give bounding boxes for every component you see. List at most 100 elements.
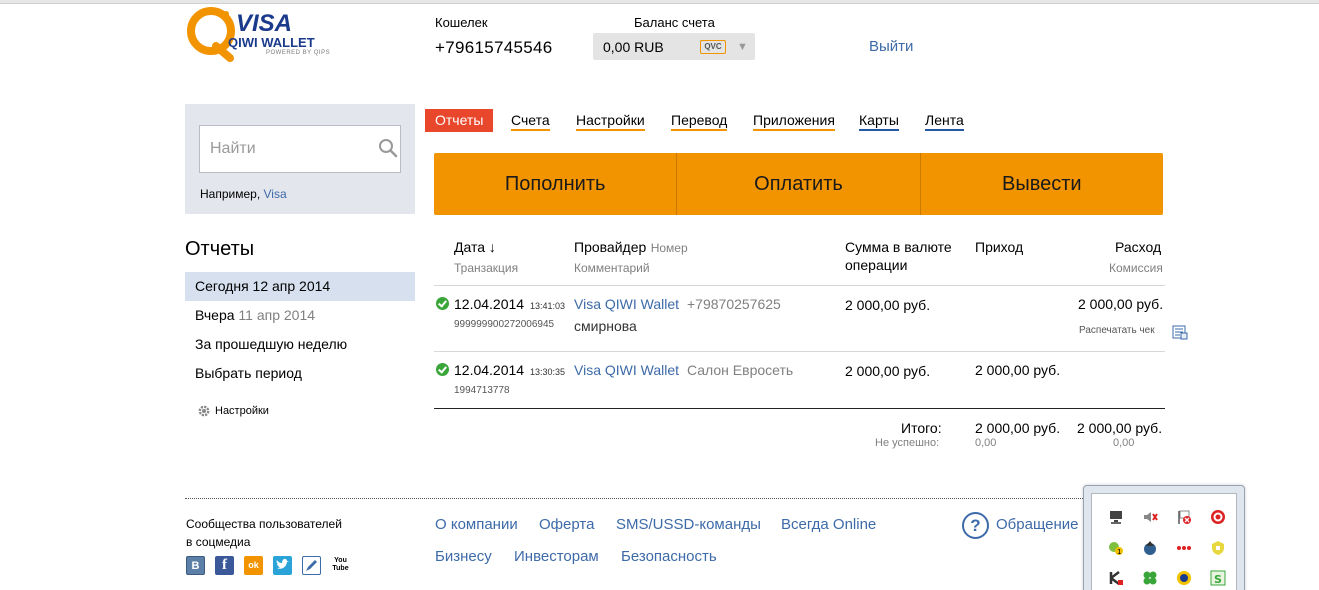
search-example-link[interactable]: Visa — [263, 187, 286, 201]
sidebar-item-today[interactable]: Сегодня 12 апр 2014 — [185, 272, 415, 301]
vkontakte-icon[interactable]: B — [186, 556, 205, 575]
pencil-icon — [306, 560, 317, 571]
green-s-app-icon[interactable]: S — [1210, 570, 1226, 586]
gear-icon — [198, 405, 210, 417]
currency-badge: QVC — [700, 40, 726, 54]
balance-box[interactable]: 0,00 RUB QVC ▼ — [593, 33, 755, 60]
withdraw-button[interactable]: Вывести — [921, 153, 1163, 215]
top-up-button[interactable]: Пополнить — [434, 153, 678, 215]
search-input[interactable]: Найти — [199, 125, 401, 173]
column-header-comment: Комментарий — [574, 261, 650, 275]
footer-divider — [185, 498, 1115, 499]
failed-label: Не успешно: — [875, 437, 940, 449]
print-receipt-link[interactable]: Распечатать чек — [1079, 325, 1155, 336]
logout-link[interactable]: Выйти — [869, 38, 913, 55]
row-number: Салон Евросеть — [687, 362, 794, 378]
row-txn-id: 1994713778 — [454, 385, 510, 396]
tab-cards[interactable]: Карты — [859, 109, 899, 132]
totals-divider — [434, 408, 1165, 409]
column-header-provider: Провайдер — [574, 239, 647, 255]
failed-expense: 0,00 — [1113, 437, 1135, 449]
sidebar-item-choose-period[interactable]: Выбрать период — [185, 359, 415, 388]
footer-link-business[interactable]: Бизнесу — [435, 548, 492, 565]
row-income: 2 000,00 руб. — [975, 362, 1061, 378]
footer-link-always-online[interactable]: Всегда Online — [781, 516, 876, 533]
sidebar-item-yesterday[interactable]: Вчера 11 апр 2014 — [185, 301, 415, 330]
footer-link-offer[interactable]: Оферта — [539, 516, 594, 533]
action-center-flag-icon[interactable] — [1176, 509, 1192, 525]
tab-label: Лента — [925, 112, 964, 131]
footer-link-investors[interactable]: Инвесторам — [514, 548, 599, 565]
network-monitor-icon[interactable] — [1108, 509, 1124, 525]
tab-label: Счета — [511, 112, 550, 131]
row-provider[interactable]: Visa QIWI Wallet — [574, 296, 679, 312]
tab-label: Отчеты — [435, 112, 484, 128]
column-header-transaction: Транзакция — [454, 261, 519, 275]
column-header-expense: Расход — [1115, 239, 1162, 255]
total-income: 2 000,00 руб. — [975, 420, 1061, 436]
wallet-label: Кошелек — [435, 15, 488, 30]
sidebar-item-last-week[interactable]: За прошедшую неделю — [185, 330, 415, 359]
arrow-down-icon[interactable]: ▼ — [737, 41, 748, 53]
footer-link-security[interactable]: Безопасность — [621, 548, 717, 565]
row-expense: 2 000,00 руб. — [1078, 296, 1164, 312]
sound-muted-icon[interactable] — [1142, 509, 1158, 525]
dots-app-icon[interactable] — [1176, 540, 1192, 556]
bluetooth-app-icon[interactable] — [1142, 540, 1158, 556]
pay-button[interactable]: Оплатить — [677, 153, 921, 215]
sidebar-item-label: Вчера — [195, 307, 235, 323]
qiwi-wallet-logo[interactable]: VISA QIWI WALLET POWERED BY QIPS — [186, 6, 336, 64]
youtube-icon[interactable]: You Tube — [331, 556, 350, 575]
twitter-icon[interactable] — [273, 556, 292, 575]
clover-icon[interactable] — [1142, 570, 1158, 586]
tab-reports[interactable]: Отчеты — [425, 109, 494, 132]
footer-link-sms-ussd[interactable]: SMS/USSD-команды — [616, 516, 761, 533]
search-placeholder: Найти — [210, 140, 256, 157]
search-icon[interactable] — [378, 138, 398, 158]
column-header-amount-line1: Сумма в валюте — [845, 239, 952, 255]
sidebar-settings-link[interactable]: Настройки — [197, 404, 269, 418]
twitter-bird-icon — [276, 558, 289, 569]
globe-app-icon[interactable] — [1176, 570, 1192, 586]
tab-accounts[interactable]: Счета — [511, 109, 550, 132]
svg-text:S: S — [1214, 573, 1222, 586]
row-comment: смирнова — [574, 318, 637, 334]
print-receipt-icon[interactable] — [1172, 324, 1188, 340]
antivirus-k-icon[interactable] — [1108, 570, 1124, 586]
sidebar-item-date: 11 апр 2014 — [238, 307, 316, 323]
help-icon[interactable]: ? — [962, 512, 989, 539]
tab-feed[interactable]: Лента — [925, 109, 964, 132]
system-tray-popup: 1 S — [1083, 485, 1245, 590]
row-time: 13:41:03 — [530, 301, 566, 311]
search-example: Например, Visa — [200, 187, 287, 201]
total-label: Итого: — [901, 420, 942, 436]
row-txn-id: 999999900272006945 — [454, 319, 555, 330]
column-header-amount-line2: операции — [845, 257, 908, 273]
row-divider — [434, 351, 1165, 352]
target-icon[interactable] — [1210, 509, 1226, 525]
tab-label: Настройки — [576, 112, 645, 131]
row-provider[interactable]: Visa QIWI Wallet — [574, 362, 679, 378]
success-check-icon — [436, 297, 449, 310]
social-caption-line1: Сообщества пользователей — [186, 517, 342, 531]
social-caption-line2: в соцмедиа — [186, 535, 251, 549]
youtube-label: You Tube — [332, 557, 349, 572]
wallet-number: +79615745546 — [435, 38, 553, 57]
footer-link-about[interactable]: О компании — [435, 516, 518, 533]
sidebar-settings-label: Настройки — [215, 405, 269, 417]
search-example-prefix: Например, — [200, 187, 264, 201]
support-link[interactable]: Обращение в — [996, 516, 1091, 533]
notification-badge-icon[interactable]: 1 — [1108, 540, 1124, 556]
column-header-provider-group: Провайдер Номер — [574, 239, 688, 257]
odnoklassniki-icon[interactable]: ok — [244, 556, 263, 575]
livejournal-icon[interactable] — [302, 556, 321, 575]
logo-powered-text: POWERED BY QIPS — [266, 50, 331, 56]
balance-label: Баланс счета — [634, 15, 715, 30]
facebook-icon[interactable]: f — [215, 556, 234, 575]
shield-app-icon[interactable] — [1210, 540, 1226, 556]
tab-apps[interactable]: Приложения — [753, 109, 835, 132]
tab-transfer[interactable]: Перевод — [671, 109, 728, 132]
success-check-icon — [436, 363, 449, 376]
column-header-date[interactable]: Дата ↓ — [454, 239, 496, 255]
tab-settings[interactable]: Настройки — [576, 109, 645, 132]
